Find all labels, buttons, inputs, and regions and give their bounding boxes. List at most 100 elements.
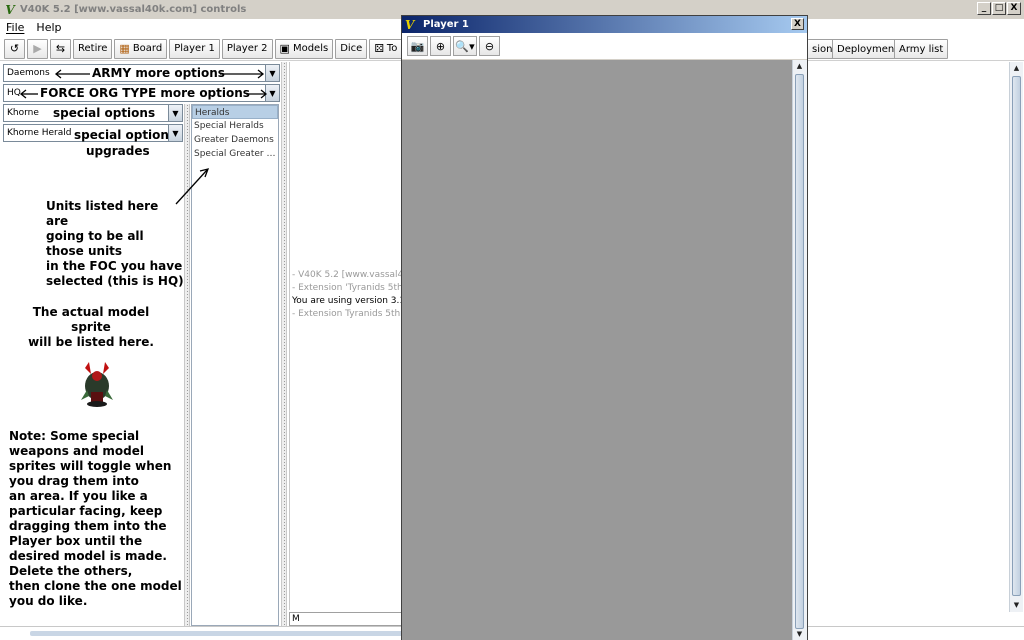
swap-arrows-icon: ⇆ [55, 42, 66, 55]
player1-title-bar[interactable]: V Player 1 X [402, 16, 807, 33]
sprite-annotation-line2: will be listed here. [28, 335, 154, 349]
zoom-in-button[interactable]: ⊕ [430, 36, 451, 56]
deployment-button[interactable]: Deployment [832, 39, 904, 59]
vassal-logo-icon: V [5, 2, 15, 17]
chat-line: You are using version 3.1 [292, 296, 406, 306]
zoom-out-icon: ⊖ [484, 39, 495, 53]
chevron-down-icon[interactable]: ▼ [168, 125, 182, 141]
camera-icon: 📷 [410, 39, 425, 53]
player1-toolbar: 📷 ⊕ 🔍▾ ⊖ [402, 33, 807, 59]
unit-list[interactable]: Heralds Special Heralds Greater Daemons … [191, 104, 279, 626]
chevron-down-icon[interactable]: ▼ [265, 85, 279, 101]
chevron-down-icon[interactable]: ▼ [168, 105, 182, 121]
board-label: Board [132, 43, 163, 54]
warning-line1: Note: Some special weapons and model [9, 429, 145, 458]
warning-line3: an area. If you like a particular facing… [9, 489, 163, 518]
foc-select-value: HQ [7, 88, 21, 98]
zoom-dropdown-icon: 🔍▾ [455, 39, 475, 53]
sprite-annotation-line1: The actual model sprite [32, 305, 150, 334]
menu-file[interactable]: File [6, 21, 24, 34]
maximize-button[interactable]: □ [992, 2, 1006, 15]
minimize-button[interactable]: _ [977, 2, 991, 15]
army-annotation: ARMY more options [92, 66, 225, 80]
close-button[interactable]: X [1007, 2, 1021, 15]
khorne-herald-model-sprite[interactable] [77, 360, 117, 408]
step-forward-button[interactable]: ▶ [27, 38, 48, 59]
army-list-button[interactable]: Army list [894, 39, 949, 59]
menu-help[interactable]: Help [36, 21, 61, 34]
scroll-down-icon[interactable]: ▼ [1010, 599, 1023, 611]
main-vertical-scrollbar[interactable]: ▲ ▼ [1009, 62, 1023, 612]
army-list-label: Army list [899, 43, 944, 55]
scroll-down-icon[interactable]: ▼ [793, 628, 806, 640]
swap-button[interactable]: ⇆ [50, 38, 71, 59]
player1-label: Player 1 [174, 43, 215, 54]
zoom-select-button[interactable]: 🔍▾ [453, 36, 477, 56]
chat-line: - Extension 'Tyranids 5th' [292, 283, 406, 293]
map-background-area [808, 62, 1024, 626]
dice-label: Dice [340, 43, 363, 54]
unit-list-item[interactable]: Special Heralds [192, 119, 278, 133]
units-annotation-line3: in the FOC you have [46, 259, 183, 273]
player1-button[interactable]: Player 1 [169, 38, 220, 59]
player1-close-button[interactable]: X [791, 18, 804, 30]
retire-button[interactable]: Retire [73, 38, 113, 59]
special-annotation: special options [53, 106, 156, 120]
chevron-down-icon[interactable]: ▼ [265, 65, 279, 81]
window-controls: _ □ X [977, 2, 1021, 15]
deployment-label: Deployment [837, 43, 899, 55]
units-annotation-line2: going to be all those units [46, 229, 144, 258]
models-button[interactable]: ▣ Models [274, 38, 334, 59]
warning-line4: dragging them into the Player box until … [9, 519, 167, 548]
warning-line6: then clone the one model you do like. [9, 579, 182, 608]
warning-line5: desired model is made. Delete the others… [9, 549, 167, 578]
upgrade-select-value: Khorne Herald [7, 128, 72, 138]
scrollbar-thumb[interactable] [1012, 76, 1021, 596]
army-builder-panel: Daemons ▼ HQ ▼ Khorne ▼ Khorne Herald ▼ … [0, 62, 280, 626]
retire-label: Retire [78, 43, 108, 54]
army-select-value: Daemons [7, 68, 50, 78]
models-icon: ▣ [279, 42, 290, 55]
special-select-value: Khorne [7, 108, 39, 118]
horizontal-scroll-thumb[interactable] [30, 631, 410, 636]
mission-label: sion [812, 43, 833, 55]
step-forward-icon: ▶ [33, 42, 42, 55]
player1-window: V Player 1 X 📷 ⊕ 🔍▾ ⊖ ▲ ▼ [401, 15, 808, 640]
vassal-logo-icon: V [405, 17, 415, 32]
unit-list-item[interactable]: Greater Daemons [192, 133, 278, 147]
chat-line: - V40K 5.2 [www.vassal4 [292, 270, 404, 280]
middle-splitter[interactable] [281, 62, 287, 626]
unit-list-item[interactable]: Special Greater D... [192, 147, 278, 161]
warning-note: Note: Some special weapons and model spr… [9, 429, 184, 609]
undo-icon: ↺ [9, 42, 20, 55]
chat-line: - Extension Tyranids 5th \ [292, 309, 407, 319]
player2-button[interactable]: Player 2 [221, 38, 273, 59]
warning-line2: sprites will toggle when you drag them i… [9, 459, 172, 488]
unit-list-item[interactable]: Heralds [192, 105, 278, 119]
scroll-up-icon[interactable]: ▲ [793, 60, 806, 72]
window-title: V40K 5.2 [www.vassal40k.com] controls [20, 4, 247, 15]
models-label: Models [292, 43, 329, 54]
scroll-up-icon[interactable]: ▲ [1010, 62, 1023, 74]
left-splitter[interactable] [184, 104, 190, 626]
foc-annotation: FORCE ORG TYPE more options [40, 86, 250, 100]
player1-vertical-scrollbar[interactable]: ▲ ▼ [792, 60, 807, 640]
upgrade-annotation-line1: special option [74, 128, 169, 142]
player1-window-title: Player 1 [423, 19, 469, 30]
player2-label: Player 2 [226, 43, 268, 54]
player1-scrollbar-thumb[interactable] [795, 74, 804, 629]
chat-input[interactable]: M [289, 612, 402, 626]
board-icon: ▦ [119, 42, 130, 55]
units-annotation-line4: selected (this is HQ) [46, 274, 184, 288]
dice-button[interactable]: Dice [335, 38, 368, 59]
upgrade-annotation-line2: upgrades [86, 144, 150, 158]
units-annotation-line1: Units listed here are [46, 199, 159, 228]
zoom-out-button[interactable]: ⊖ [479, 36, 500, 56]
player1-map-area[interactable] [402, 60, 792, 640]
chat-log[interactable]: - V40K 5.2 [www.vassal4 - Extension 'Tyr… [289, 62, 406, 610]
sprite-annotation: The actual model sprite will be listed h… [20, 305, 162, 350]
undo-button[interactable]: ↺ [4, 38, 25, 59]
board-button[interactable]: ▦ Board [114, 38, 168, 59]
snapshot-button[interactable]: 📷 [407, 36, 428, 56]
units-annotation: Units listed here are going to be all th… [46, 199, 184, 289]
